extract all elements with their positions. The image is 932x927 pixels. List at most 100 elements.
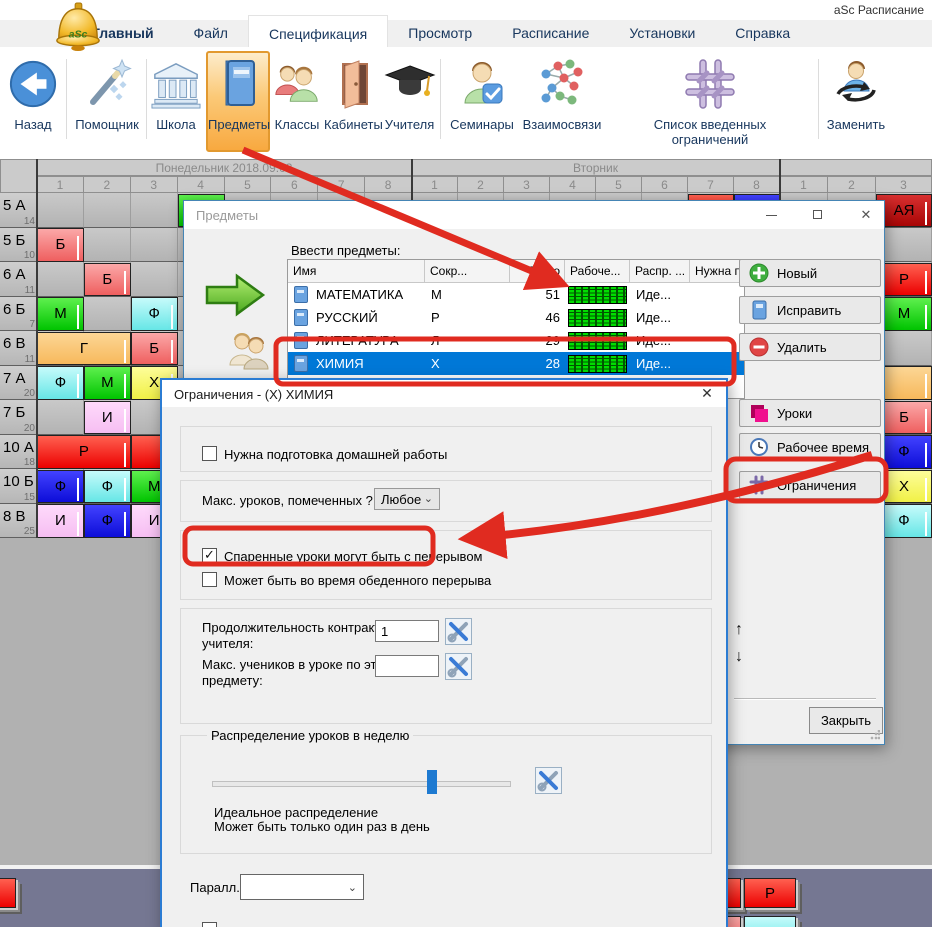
subject-row[interactable]: РУССКИЙР46Иде... [288,306,744,329]
timetable-period-header: 5 [596,176,642,193]
book-icon [294,332,308,349]
timetable-lesson-cell[interactable]: И [37,504,84,538]
timetable-lesson-cell[interactable]: Ф [37,366,84,400]
move-down-button[interactable]: ↓ [735,648,743,666]
edit-subject-button[interactable]: Исправить [739,296,881,324]
move-up-button[interactable]: ↑ [735,621,743,639]
timetable-row-label[interactable]: 7 Б20 [0,400,37,435]
new-subject-button[interactable]: Новый [739,259,881,287]
lessons-button[interactable]: Уроки [739,399,881,427]
col-header-total[interactable]: Всего [510,260,565,282]
timetable-empty-cell[interactable] [37,400,84,435]
timetable-lesson-cell[interactable]: И [84,401,131,435]
bottom-partial-checkbox[interactable] [202,922,217,927]
seminars-button[interactable]: Семинары [444,53,520,153]
delete-subject-button[interactable]: Удалить [739,333,881,361]
timetable-empty-cell[interactable] [37,193,84,228]
contract-tools-button[interactable] [445,618,472,645]
max-marked-select[interactable]: Любое ⌄ [374,488,440,510]
timetable-lesson-cell[interactable]: Ф [84,470,131,504]
subjects-dialog-titlebar[interactable]: Предметы ✕ [184,201,884,229]
distribution-group: Распределение уроков в неделю [180,735,712,854]
timetable-empty-cell[interactable] [84,297,131,332]
maximize-icon[interactable] [811,207,827,223]
relationships-button[interactable]: Взаимосвязи [520,53,604,153]
distribution-tools-button[interactable] [535,767,562,794]
timetable-empty-cell[interactable] [131,262,178,297]
timetable-row-label[interactable]: 7 А20 [0,366,37,401]
resize-grip[interactable] [870,730,880,740]
timetable-lesson-cell[interactable]: Р [37,435,131,469]
max-students-input[interactable] [375,655,439,677]
timetable-row-label[interactable]: 5 А14 [0,193,37,228]
worktime-button[interactable]: Рабочее время [739,433,881,461]
menu-tab-help[interactable]: Справка [715,20,810,47]
timetable-period-header: 7 [318,176,365,193]
distribution-slider-track[interactable] [212,781,511,787]
timetable-lesson-cell[interactable]: Ф [84,504,131,538]
timetable-lesson-cell[interactable]: Ф [37,470,84,504]
subjects-button[interactable]: Предметы [206,51,270,152]
parallel-select[interactable]: ⌄ [240,874,364,900]
timetable-empty-cell[interactable] [84,228,131,263]
timetable-row-label[interactable]: 6 В11 [0,331,37,366]
timetable-empty-cell[interactable] [84,193,131,228]
timetable-row-label[interactable]: 5 Б10 [0,228,37,263]
menu-tab-view[interactable]: Просмотр [388,20,492,47]
timetable-lesson-cell[interactable]: М [37,297,84,331]
asc-bell-logo-icon: aSc [46,2,110,52]
col-header-name[interactable]: Имя [288,260,425,282]
col-header-worktime[interactable]: Рабоче... [565,260,630,282]
hash-grid-icon [604,53,816,115]
double-lessons-checkbox[interactable] [202,548,217,563]
timetable-lesson-cell[interactable]: М [84,366,131,400]
class-name: 6 Б [3,301,25,318]
person-check-icon [444,53,520,115]
timetable-row-label[interactable]: 10 Б15 [0,469,37,504]
teachers-button[interactable]: Учителя [381,53,438,153]
timetable-row-label[interactable]: 10 А18 [0,435,37,470]
menu-tab-specification[interactable]: Спецификация [248,15,388,47]
menu-tab-timetable[interactable]: Расписание [492,20,609,47]
unplaced-lesson-card[interactable] [744,916,796,927]
school-button[interactable]: Школа [148,53,204,153]
timetable-lesson-cell[interactable]: Ф [131,297,178,331]
timetable-lesson-cell[interactable]: Б [37,228,84,262]
unplaced-lesson-card[interactable]: Р [744,878,796,908]
contract-input[interactable]: 1 [375,620,439,642]
timetable-row-label[interactable]: 6 Б7 [0,297,37,332]
close-icon[interactable]: ✕ [698,385,716,403]
close-icon[interactable]: ✕ [858,207,874,223]
subject-row[interactable]: МАТЕМАТИКАМ51Иде... [288,283,744,306]
timetable-lesson-cell[interactable]: Г [37,332,131,366]
timetable-row-label[interactable]: 8 В25 [0,504,37,539]
subject-row[interactable]: ЛИТЕРАТУРАЛ29Иде... [288,329,744,352]
max-students-tools-button[interactable] [445,653,472,680]
replace-button[interactable]: Заменить [822,53,890,153]
back-button[interactable]: Назад [4,53,62,153]
timetable-empty-cell[interactable] [131,193,178,228]
timetable-lesson-cell[interactable]: Б [131,332,178,366]
timetable-row-label[interactable]: 6 А11 [0,262,37,297]
unplaced-lesson-card[interactable] [0,878,16,908]
rooms-button[interactable]: Кабинеты [324,53,381,153]
timetable-empty-cell[interactable] [131,228,178,263]
minimize-icon[interactable] [764,207,780,223]
subject-row[interactable]: ХИМИЯХ28Иде... [288,352,744,375]
constraints-dialog-titlebar[interactable]: Ограничения - (X) ХИМИЯ ✕ [162,380,726,407]
constraints-button[interactable]: Ограничения [739,471,881,499]
menu-tab-settings[interactable]: Установки [609,20,715,47]
book-icon [294,355,308,372]
col-header-homework[interactable]: Нужна подг [690,260,744,282]
col-header-abbr[interactable]: Сокр... [425,260,510,282]
timetable-empty-cell[interactable] [37,262,84,297]
timetable-lesson-cell[interactable]: Б [84,263,131,297]
wizard-button[interactable]: Помощник [72,53,142,153]
homework-checkbox[interactable] [202,446,217,461]
menu-tab-file[interactable]: Файл [174,20,248,47]
lunch-checkbox[interactable] [202,572,217,587]
classes-button[interactable]: Классы [270,53,324,153]
distribution-slider-thumb[interactable] [427,770,437,794]
col-header-distribution[interactable]: Распр. ... [630,260,690,282]
constraints-list-button[interactable]: Список введенных ограничений [604,53,816,153]
